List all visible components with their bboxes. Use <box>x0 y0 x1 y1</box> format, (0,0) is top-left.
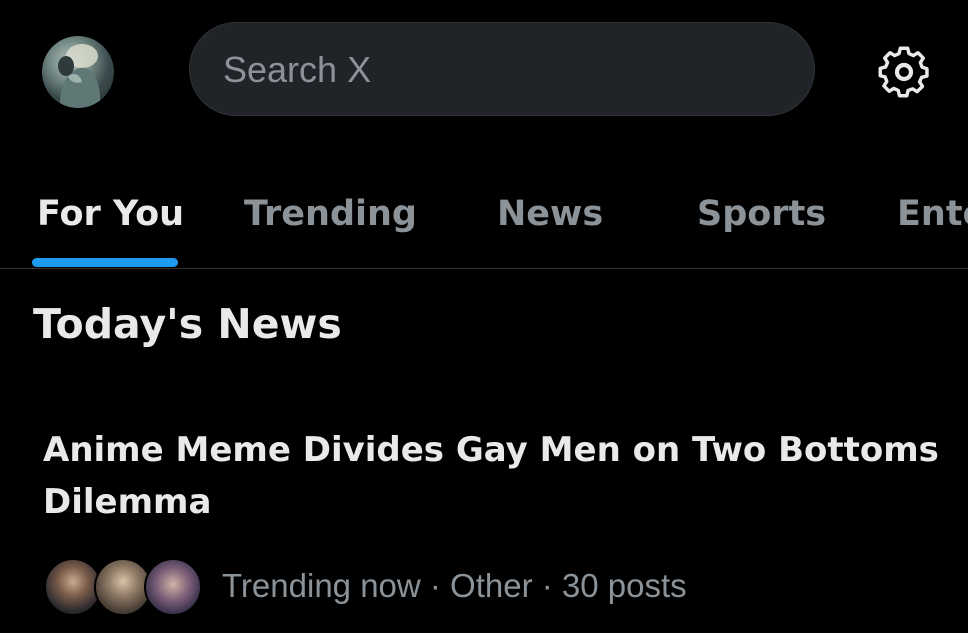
news-headline[interactable]: Anime Meme Divides Gay Men on Two Bottom… <box>43 424 943 528</box>
tab-news[interactable]: News <box>497 160 603 268</box>
news-meta-text: Trending now · Other · 30 posts <box>222 567 687 604</box>
search-placeholder: Search X <box>223 49 372 90</box>
tab-trending[interactable]: Trending <box>244 160 417 268</box>
news-item[interactable]: Anime Meme Divides Gay Men on Two Bottom… <box>0 410 968 633</box>
tab-for-you[interactable]: For You <box>37 160 184 268</box>
search-input[interactable]: Search X <box>189 22 815 116</box>
active-tab-indicator <box>32 258 178 267</box>
avatar <box>144 558 202 616</box>
participant-avatars <box>44 556 202 616</box>
top-bar: Search X <box>0 0 968 145</box>
profile-avatar[interactable] <box>42 36 114 108</box>
news-meta: Trending now · Other · 30 posts <box>44 556 687 616</box>
tab-sports[interactable]: Sports <box>697 160 826 268</box>
gear-icon[interactable] <box>874 42 934 102</box>
explore-tabs: For You Trending News Sports Ente <box>0 160 968 269</box>
avatar-image <box>58 44 100 108</box>
tab-entertainment[interactable]: Ente <box>897 160 968 268</box>
section-title: Today's News <box>33 300 342 348</box>
